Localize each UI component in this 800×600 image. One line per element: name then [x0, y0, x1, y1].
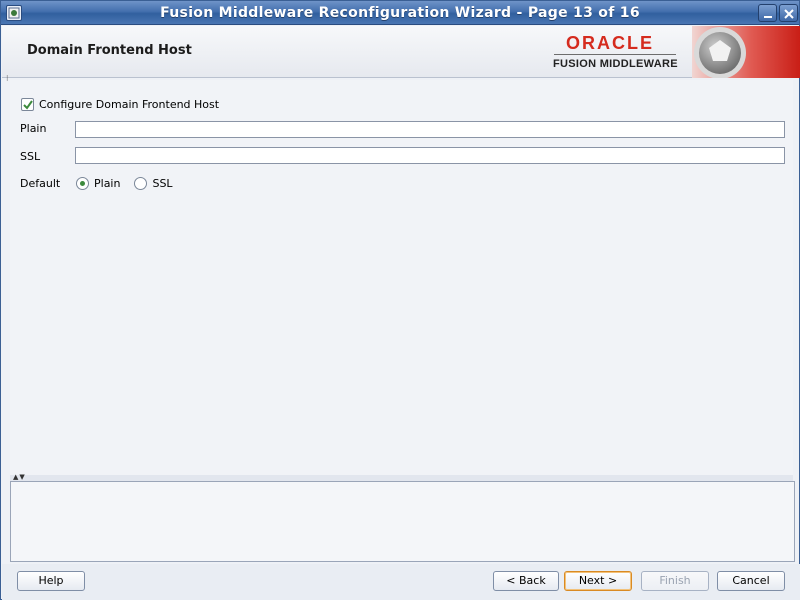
back-button[interactable]: < Back — [493, 571, 559, 591]
finish-button[interactable]: Finish — [641, 571, 709, 591]
title-bar[interactable]: Fusion Middleware Reconfiguration Wizard… — [1, 1, 799, 25]
oracle-brand: ORACLE FUSION MIDDLEWARE — [542, 26, 800, 78]
page-title: Domain Frontend Host — [27, 43, 192, 58]
default-plain-label: Plain — [94, 176, 121, 190]
cancel-button[interactable]: Cancel — [717, 571, 785, 591]
default-ssl-label: SSL — [152, 176, 173, 190]
default-protocol-row: Default Plain SSL — [20, 175, 187, 191]
wizard-footer: Help < Back Next > Finish Cancel — [2, 564, 800, 600]
splitter-arrows-icon[interactable]: ▲▼ — [13, 473, 26, 481]
default-plain-radio[interactable] — [76, 176, 89, 190]
minimize-icon — [764, 16, 772, 18]
close-icon — [784, 9, 794, 19]
default-ssl-radio[interactable] — [134, 176, 148, 190]
configure-frontend-checkbox[interactable] — [21, 97, 34, 111]
window-title: Fusion Middleware Reconfiguration Wizard… — [160, 5, 640, 21]
configure-frontend-label: Configure Domain Frontend Host — [39, 97, 220, 111]
form-panel: Configure Domain Frontend Host Plain SSL… — [10, 80, 793, 475]
default-ssl-option[interactable]: SSL — [134, 176, 173, 190]
wizard-header: Domain Frontend Host ORACLE FUSION MIDDL… — [2, 26, 800, 78]
brand-divider — [554, 54, 676, 55]
close-button[interactable] — [779, 4, 798, 22]
help-button[interactable]: Help — [17, 571, 85, 591]
wizard-window: Fusion Middleware Reconfiguration Wizard… — [0, 0, 800, 600]
configure-frontend-row[interactable]: Configure Domain Frontend Host — [21, 96, 219, 112]
fusion-logo-icon — [692, 26, 800, 78]
minimize-button[interactable] — [758, 4, 777, 22]
oracle-logo-text: ORACLE — [566, 33, 654, 53]
plain-host-input[interactable] — [75, 121, 785, 138]
message-pane — [10, 481, 795, 562]
default-label: Default — [20, 176, 61, 190]
checkmark-icon — [23, 99, 33, 110]
default-plain-option[interactable]: Plain — [76, 176, 121, 190]
product-name: FUSION MIDDLEWARE — [553, 58, 678, 70]
next-button[interactable]: Next > — [564, 571, 632, 591]
ssl-host-input[interactable] — [75, 147, 785, 164]
ssl-label: SSL — [20, 150, 41, 163]
plain-label: Plain — [20, 122, 47, 135]
